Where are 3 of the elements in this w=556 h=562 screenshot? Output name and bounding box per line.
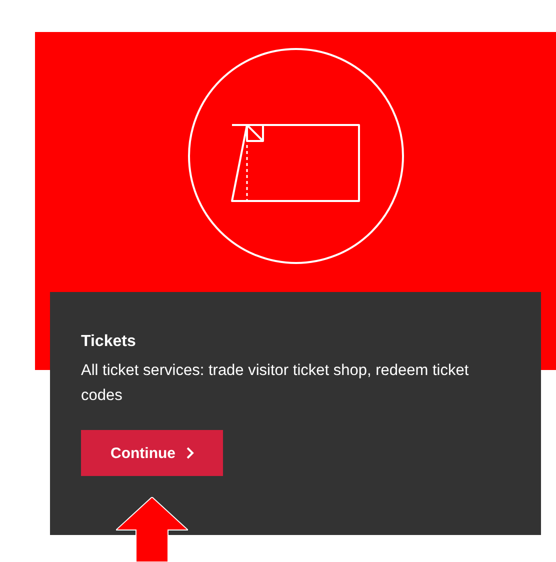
continue-button[interactable]: Continue [81,430,223,476]
card-title: Tickets [81,332,136,352]
card-description: All ticket services: trade visitor ticket shop, redeem ticket codes [81,361,470,406]
